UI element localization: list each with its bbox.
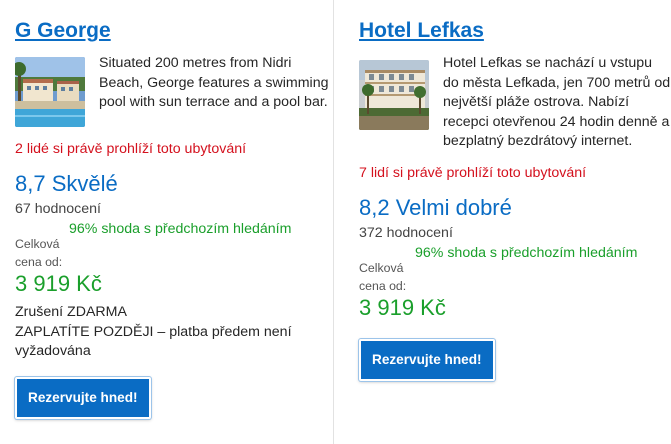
cancellation-info: Zrušení ZDARMA ZAPLATÍTE POZDĚJI – platb… <box>15 303 315 362</box>
price-label: Celková cena od: <box>15 235 62 271</box>
hotel-title-link[interactable]: G George <box>15 18 333 44</box>
description-row: Hotel Lefkas se nachází u vstupu do měst… <box>359 54 671 152</box>
price-value: 3 919 Kč <box>15 271 102 296</box>
review-count[interactable]: 372 hodnocení <box>359 223 671 243</box>
price-block: 96% shoda s předchozím hledáním Celková … <box>15 219 333 299</box>
price-label-line-1: Celková <box>359 260 404 275</box>
price-label-line-1: Celková <box>15 237 60 251</box>
free-cancellation-text: Zrušení ZDARMA <box>15 304 127 320</box>
price-block: 96% shoda s předchozím hledáním Celková … <box>359 243 671 323</box>
price-label: Celková cena od: <box>359 259 406 295</box>
hotel-photo[interactable] <box>15 57 85 127</box>
price-label-line-2: cena od: <box>15 255 63 269</box>
review-count[interactable]: 67 hodnocení <box>15 199 333 219</box>
hotel-description: Situated 200 metres from Nidri Beach, Ge… <box>99 55 329 110</box>
review-score[interactable]: 8,7 Skvělé <box>15 171 333 197</box>
search-match-badge: 96% shoda s předchozím hledáním <box>69 221 292 237</box>
hotel-description: Hotel Lefkas se nachází u vstupu do měst… <box>443 55 671 149</box>
hotel-title-link[interactable]: Hotel Lefkas <box>359 18 671 44</box>
pay-later-text: ZAPLATÍTE POZDĚJI – platba předem není v… <box>15 323 292 360</box>
hotel-card-hotel-lefkas: Hotel Lefkas Hotel Lefkas se nachází u v… <box>335 0 671 444</box>
price-label-line-2: cena od: <box>359 278 407 293</box>
price-value: 3 919 Kč <box>359 294 446 320</box>
description-row: Situated 200 metres from Nidri Beach, Ge… <box>15 54 333 127</box>
hotel-photo[interactable] <box>359 60 429 130</box>
search-match-badge: 96% shoda s předchozím hledáním <box>415 244 638 261</box>
book-now-button[interactable]: Rezervujte hned! <box>359 338 495 381</box>
hotel-card-g-george: G George Situated 200 metres from Nidri … <box>0 0 334 444</box>
viewing-now-alert: 2 lidé si právě prohlíží toto ubytování <box>15 141 247 157</box>
viewing-now-alert: 7 lidí si právě prohlíží toto ubytování <box>359 164 587 181</box>
book-now-button[interactable]: Rezervujte hned! <box>15 376 151 419</box>
review-score[interactable]: 8,2 Velmi dobré <box>359 195 671 221</box>
